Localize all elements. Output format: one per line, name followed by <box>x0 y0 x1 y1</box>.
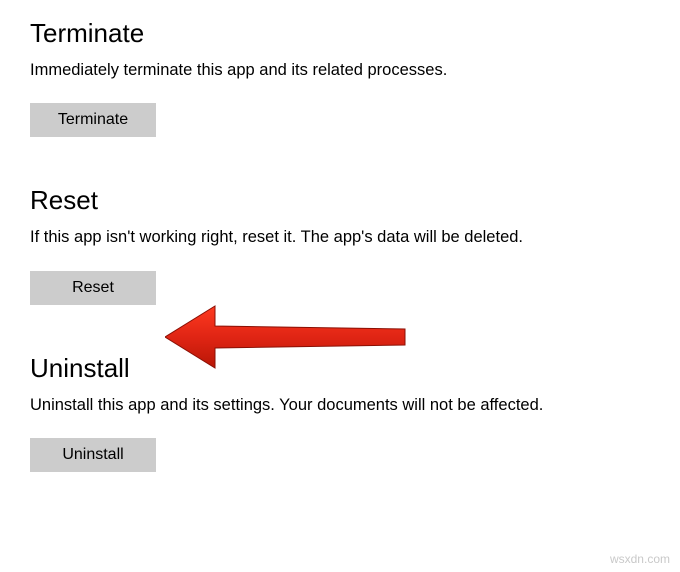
reset-section: Reset If this app isn't working right, r… <box>30 185 650 304</box>
terminate-section: Terminate Immediately terminate this app… <box>30 18 650 137</box>
uninstall-section: Uninstall Uninstall this app and its set… <box>30 353 650 472</box>
reset-title: Reset <box>30 185 650 216</box>
uninstall-title: Uninstall <box>30 353 650 384</box>
uninstall-button[interactable]: Uninstall <box>30 438 156 472</box>
watermark-text: wsxdn.com <box>610 552 670 566</box>
terminate-button[interactable]: Terminate <box>30 103 156 137</box>
terminate-title: Terminate <box>30 18 650 49</box>
terminate-description: Immediately terminate this app and its r… <box>30 59 650 81</box>
reset-button[interactable]: Reset <box>30 271 156 305</box>
uninstall-description: Uninstall this app and its settings. You… <box>30 394 650 416</box>
reset-description: If this app isn't working right, reset i… <box>30 226 650 248</box>
